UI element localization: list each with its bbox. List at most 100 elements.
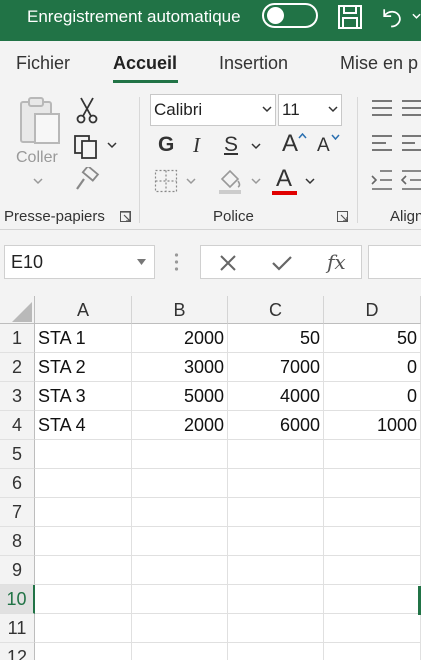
cell-b1[interactable]: 2000	[132, 324, 228, 353]
cell-c1[interactable]: 50	[228, 324, 324, 353]
row-header[interactable]: 4	[0, 411, 35, 440]
row-header-active[interactable]: 10	[0, 585, 35, 614]
cancel-icon[interactable]	[219, 254, 237, 272]
bold-button[interactable]: G	[158, 133, 174, 157]
cell-c11[interactable]	[228, 614, 324, 643]
cell-d3[interactable]: 0	[324, 382, 421, 411]
tab-accueil[interactable]: Accueil	[113, 53, 177, 74]
cell-a7[interactable]	[35, 498, 132, 527]
cell-c8[interactable]	[228, 527, 324, 556]
cell-b11[interactable]	[132, 614, 228, 643]
cell-d11[interactable]	[324, 614, 421, 643]
cell-a10[interactable]	[35, 585, 132, 614]
row-header[interactable]: 6	[0, 469, 35, 498]
save-icon[interactable]	[337, 4, 363, 30]
underline-button[interactable]: S	[224, 133, 238, 157]
cell-d6[interactable]	[324, 469, 421, 498]
cell-a2[interactable]: STA 2	[35, 353, 132, 382]
cell-c9[interactable]	[228, 556, 324, 585]
tab-mise-en-page[interactable]: Mise en p	[340, 53, 418, 74]
cell-b12[interactable]	[132, 643, 228, 660]
column-header-b[interactable]: B	[132, 296, 228, 324]
cell-a3[interactable]: STA 3	[35, 382, 132, 411]
name-box[interactable]: E10	[4, 245, 155, 279]
row-header[interactable]: 2	[0, 353, 35, 382]
row-header[interactable]: 1	[0, 324, 35, 353]
cell-a5[interactable]	[35, 440, 132, 469]
shrink-font-button[interactable]: A	[317, 135, 330, 157]
font-launcher-icon[interactable]	[337, 211, 348, 222]
cell-b4[interactable]: 2000	[132, 411, 228, 440]
fill-color-dropdown-icon[interactable]	[251, 178, 261, 185]
grow-font-button[interactable]: A	[282, 130, 298, 158]
cell-d9[interactable]	[324, 556, 421, 585]
row-header[interactable]: 5	[0, 440, 35, 469]
cell-d5[interactable]	[324, 440, 421, 469]
copy-dropdown-icon[interactable]	[107, 142, 117, 149]
font-color-dropdown-icon[interactable]	[305, 178, 315, 185]
undo-icon[interactable]	[379, 4, 405, 30]
cell-b2[interactable]: 3000	[132, 353, 228, 382]
font-name-select[interactable]: Calibri	[150, 94, 276, 126]
cell-d8[interactable]	[324, 527, 421, 556]
undo-dropdown-icon[interactable]	[412, 12, 421, 20]
align-left-icon[interactable]	[370, 133, 421, 155]
cell-c12[interactable]	[228, 643, 324, 660]
cell-d7[interactable]	[324, 498, 421, 527]
cell-c6[interactable]	[228, 469, 324, 498]
row-header[interactable]: 11	[0, 614, 35, 643]
underline-dropdown-icon[interactable]	[251, 143, 261, 150]
cell-b7[interactable]	[132, 498, 228, 527]
cell-c10[interactable]	[228, 585, 324, 614]
cell-a9[interactable]	[35, 556, 132, 585]
column-header-c[interactable]: C	[228, 296, 324, 324]
insert-function-button[interactable]: fx	[327, 250, 346, 274]
cell-c2[interactable]: 7000	[228, 353, 324, 382]
cell-b6[interactable]	[132, 469, 228, 498]
cell-b5[interactable]	[132, 440, 228, 469]
column-header-d[interactable]: D	[324, 296, 421, 324]
row-header[interactable]: 12	[0, 643, 35, 660]
cell-d4[interactable]: 1000	[324, 411, 421, 440]
row-header[interactable]: 7	[0, 498, 35, 527]
cell-c3[interactable]: 4000	[228, 382, 324, 411]
cell-d12[interactable]	[324, 643, 421, 660]
cell-c5[interactable]	[228, 440, 324, 469]
cell-b10[interactable]	[132, 585, 228, 614]
italic-button[interactable]: I	[193, 133, 200, 158]
copy-icon[interactable]	[73, 134, 99, 160]
clipboard-launcher-icon[interactable]	[120, 211, 131, 222]
enter-icon[interactable]	[271, 254, 293, 272]
cell-c4[interactable]: 6000	[228, 411, 324, 440]
formula-input[interactable]	[368, 245, 421, 279]
cell-b8[interactable]	[132, 527, 228, 556]
cut-icon[interactable]	[75, 96, 99, 124]
fill-color-icon[interactable]	[216, 167, 244, 195]
borders-icon[interactable]	[154, 169, 178, 193]
font-size-select[interactable]: 11	[278, 94, 342, 126]
row-header[interactable]: 3	[0, 382, 35, 411]
cell-a6[interactable]	[35, 469, 132, 498]
tab-fichier[interactable]: Fichier	[16, 53, 70, 74]
cell-a12[interactable]	[35, 643, 132, 660]
row-header[interactable]: 9	[0, 556, 35, 585]
cell-b3[interactable]: 5000	[132, 382, 228, 411]
cell-a8[interactable]	[35, 527, 132, 556]
column-header-a[interactable]: A	[35, 296, 132, 324]
row-header[interactable]: 8	[0, 527, 35, 556]
cell-d1[interactable]: 50	[324, 324, 421, 353]
font-color-button[interactable]: A	[276, 165, 292, 193]
cell-b9[interactable]	[132, 556, 228, 585]
select-all-corner[interactable]	[0, 296, 35, 324]
cell-d2[interactable]: 0	[324, 353, 421, 382]
indent-icon[interactable]	[370, 168, 421, 192]
cell-d10[interactable]	[324, 585, 421, 614]
cell-a11[interactable]	[35, 614, 132, 643]
tab-insertion[interactable]: Insertion	[219, 53, 288, 74]
cell-a1[interactable]: STA 1	[35, 324, 132, 353]
cell-c7[interactable]	[228, 498, 324, 527]
top-align-icon[interactable]	[370, 98, 421, 120]
drag-handle-icon[interactable]	[174, 252, 179, 272]
cell-a4[interactable]: STA 4	[35, 411, 132, 440]
autosave-toggle[interactable]	[262, 3, 318, 28]
